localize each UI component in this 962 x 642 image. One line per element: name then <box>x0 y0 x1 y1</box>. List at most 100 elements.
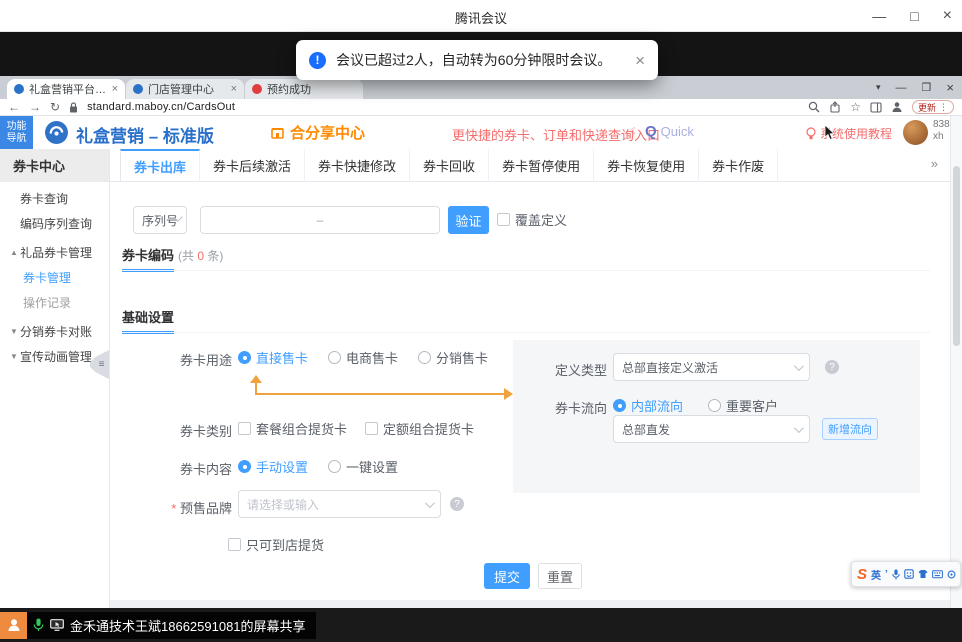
tab-card-outbound[interactable]: 券卡出库 <box>120 149 200 182</box>
help-icon[interactable]: ? <box>825 360 839 374</box>
voice-icon[interactable] <box>892 569 900 580</box>
bookmark-star-icon[interactable]: ☆ <box>850 100 861 114</box>
toolbox-icon[interactable] <box>947 570 956 579</box>
share-icon[interactable] <box>829 101 841 113</box>
shop-icon <box>270 125 285 140</box>
url-text[interactable]: standard.maboy.cn/CardsOut <box>87 101 235 113</box>
add-flow-button[interactable]: 新增流向 <box>822 418 878 440</box>
radio-ecommerce-sale[interactable]: 电商售卡 <box>328 348 398 367</box>
page-scrollbar[interactable] <box>950 116 962 608</box>
radio-internal-flow[interactable]: 内部流向 <box>613 396 683 415</box>
ime-toolbar: S 英 ’ <box>851 561 961 587</box>
info-icon: ! <box>309 52 326 69</box>
divider <box>122 270 930 271</box>
sidebar-item-operation-log[interactable]: 操作记录 <box>0 290 110 314</box>
tab-card-restore[interactable]: 券卡恢复使用 <box>594 149 699 182</box>
maximize-button[interactable]: □ <box>910 9 918 23</box>
radio-icon <box>238 351 251 364</box>
verify-button[interactable]: 验证 <box>448 206 489 234</box>
expand-arrow-icon: ▼ <box>8 327 20 336</box>
language-toggle[interactable]: 英 <box>871 567 881 582</box>
required-asterisk: * <box>171 501 176 516</box>
radio-direct-sale[interactable]: 直接售卡 <box>238 348 308 367</box>
radio-icon <box>238 460 251 473</box>
radio-distribution-sale[interactable]: 分销售卡 <box>418 348 488 367</box>
brand-title: 礼盒营销 – 标准版 <box>76 122 214 147</box>
browser-minimize-button[interactable]: — <box>896 82 907 94</box>
zoom-icon[interactable] <box>808 101 820 113</box>
browser-tab-store-admin[interactable]: 门店管理中心 × <box>126 79 244 99</box>
notification-close-icon[interactable]: × <box>635 52 645 69</box>
tab-close-icon[interactable]: × <box>112 83 118 95</box>
reload-button[interactable]: ↻ <box>50 100 60 114</box>
share-center-link[interactable]: 合分享中心 <box>270 122 365 143</box>
checkbox-fixed-card[interactable]: 定额组合提货卡 <box>365 419 474 438</box>
meeting-bottombar: 金禾通技术王斌18662591081的屏幕共享 <box>0 608 962 642</box>
brand-label: * 预售品牌 <box>152 498 232 517</box>
side-panel-icon[interactable] <box>870 102 882 113</box>
nav-toggle-button[interactable]: 功能 导航 <box>0 116 33 149</box>
radio-key-customer[interactable]: 重要客户 <box>708 396 778 415</box>
chevron-down-icon <box>425 498 435 508</box>
scrollbar-thumb[interactable] <box>953 166 960 346</box>
sidebar-item-gift-card-management[interactable]: ▲ 礼品券卡管理 <box>0 240 110 264</box>
user-avatar[interactable] <box>903 120 928 145</box>
define-type-select[interactable]: 总部直接定义激活 <box>613 353 810 381</box>
checkbox-package-card[interactable]: 套餐组合提货卡 <box>238 419 347 438</box>
serial-type-select[interactable]: 序列号 <box>133 206 187 234</box>
forward-button[interactable]: → <box>29 100 41 114</box>
flow-target-select[interactable]: 总部直发 <box>613 415 810 443</box>
profile-icon[interactable] <box>891 101 903 113</box>
tab-close-icon[interactable]: × <box>231 83 237 95</box>
tab-card-quick-edit[interactable]: 券卡快捷修改 <box>305 149 410 182</box>
tencent-meeting-window: 腾讯会议 — □ × 礼盒营销平台管理中心 × 门店管理中心 × 预约成功 <box>0 0 962 642</box>
emoji-icon[interactable] <box>904 569 914 579</box>
keyboard-icon[interactable] <box>932 570 943 579</box>
submit-button[interactable]: 提交 <box>484 563 530 589</box>
override-checkbox[interactable]: 覆盖定义 <box>497 210 567 229</box>
shared-browser-window: 礼盒营销平台管理中心 × 门店管理中心 × 预约成功 ▾ — ❐ × ← → <box>0 76 962 608</box>
mouse-cursor <box>824 125 836 141</box>
help-icon[interactable]: ? <box>450 497 464 511</box>
codes-section-header: 券卡编码(共 0 条) <box>122 245 223 272</box>
tab-card-suspend[interactable]: 券卡暂停使用 <box>489 149 594 182</box>
reset-button[interactable]: 重置 <box>538 563 582 589</box>
person-icon <box>6 617 22 633</box>
browser-addressbar: ← → ↻ standard.maboy.cn/CardsOut ☆ <box>0 99 962 116</box>
back-button[interactable]: ← <box>8 100 20 114</box>
brand-select[interactable]: 请选择或输入 <box>238 490 441 518</box>
notification-text: 会议已超过2人，自动转为60分钟限时会议。 <box>336 50 625 70</box>
screenshare-indicator: 金禾通技术王斌18662591081的屏幕共享 <box>27 612 316 639</box>
browser-tab-booking[interactable]: 预约成功 <box>245 79 363 99</box>
radio-oneclick-setup[interactable]: 一键设置 <box>328 457 398 476</box>
skin-icon[interactable] <box>918 569 928 579</box>
sidebar-item-card-management[interactable]: 券卡管理 <box>0 265 110 289</box>
browser-restore-button[interactable]: ❐ <box>922 81 932 94</box>
update-button[interactable]: 更新 ⋮ <box>912 100 954 114</box>
meeting-titlebar: 腾讯会议 — □ × <box>0 0 962 32</box>
sidebar-item-distribution-reconcile[interactable]: ▼ 分销券卡对账 <box>0 319 110 343</box>
store-pickup-checkbox[interactable]: 只可到店提货 <box>228 535 324 554</box>
tab-card-void[interactable]: 券卡作废 <box>699 149 778 182</box>
quick-search[interactable]: Q Quick <box>645 123 694 140</box>
content-label: 券卡内容 <box>162 459 232 478</box>
sidebar-item-code-sequence-query[interactable]: 编码序列查询 <box>0 211 110 235</box>
ime-logo[interactable]: S <box>857 566 867 583</box>
panel-collapse-button[interactable]: » <box>931 156 938 171</box>
collapse-arrow-icon: ▲ <box>8 248 20 257</box>
minimize-button[interactable]: — <box>872 9 886 23</box>
usage-label: 券卡用途 <box>162 350 232 369</box>
tab-card-activate[interactable]: 券卡后续激活 <box>200 149 305 182</box>
browser-tab-gift-admin[interactable]: 礼盒营销平台管理中心 × <box>7 79 125 99</box>
browser-close-button[interactable]: × <box>946 80 954 95</box>
close-button[interactable]: × <box>943 8 952 24</box>
sidebar-item-card-query[interactable]: 券卡查询 <box>0 186 110 210</box>
serial-range-input[interactable]: – <box>200 206 440 234</box>
radio-manual-setup[interactable]: 手动设置 <box>238 457 308 476</box>
lightbulb-icon <box>806 127 816 140</box>
tab-search-chevron-icon[interactable]: ▾ <box>876 82 881 93</box>
tutorial-link[interactable]: 系统使用教程 <box>806 125 892 142</box>
tab-card-recycle[interactable]: 券卡回收 <box>410 149 489 182</box>
participant-avatar <box>0 612 27 639</box>
punctuation-icon[interactable]: ’ <box>885 569 888 580</box>
